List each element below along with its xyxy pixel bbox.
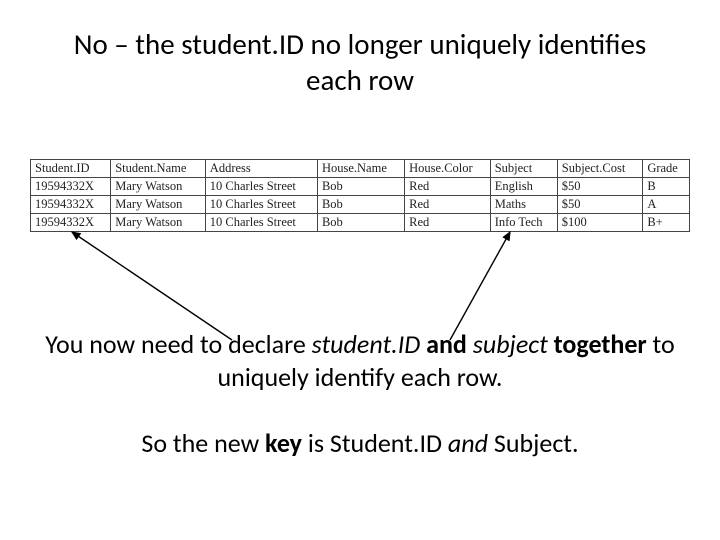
table-row: 19594332X Mary Watson 10 Charles Street … [31,195,690,213]
table-container: Student.ID Student.Name Address House.Na… [0,115,720,232]
cell: Mary Watson [111,213,206,231]
text: You now need to declare [45,328,311,360]
text-bold: together [554,328,653,360]
cell: Mary Watson [111,195,206,213]
text: So the new [141,427,265,459]
text: Subject. [494,427,579,459]
explanation-paragraph-2: So the new key is Student.ID and Subject… [0,395,720,461]
cell: Mary Watson [111,177,206,195]
cell: Bob [317,213,404,231]
text-italic: student.ID [312,328,427,360]
cell: Red [405,195,491,213]
explanation-paragraph-1: You now need to declare student.ID and s… [0,232,720,396]
data-table: Student.ID Student.Name Address House.Na… [30,159,690,232]
cell: B+ [643,213,690,231]
text-italic: and [448,427,494,459]
cell: 19594332X [31,213,111,231]
col-subject-cost: Subject.Cost [557,159,643,177]
cell: Red [405,177,491,195]
cell: Red [405,213,491,231]
table-row: 19594332X Mary Watson 10 Charles Street … [31,213,690,231]
cell: Bob [317,195,404,213]
page-title: No – the student.ID no longer uniquely i… [0,0,720,115]
cell: $50 [557,177,643,195]
cell: 10 Charles Street [205,177,317,195]
cell: 19594332X [31,177,111,195]
cell: Info Tech [490,213,557,231]
col-address: Address [205,159,317,177]
text-italic: subject [473,328,554,360]
col-house-color: House.Color [405,159,491,177]
table-row: 19594332X Mary Watson 10 Charles Street … [31,177,690,195]
col-student-id: Student.ID [31,159,111,177]
cell: $50 [557,195,643,213]
table-header-row: Student.ID Student.Name Address House.Na… [31,159,690,177]
cell: Maths [490,195,557,213]
cell: 10 Charles Street [205,195,317,213]
col-subject: Subject [490,159,557,177]
col-grade: Grade [643,159,690,177]
text: is Student.ID [308,427,448,459]
cell: B [643,177,690,195]
cell: English [490,177,557,195]
col-student-name: Student.Name [111,159,206,177]
cell: 19594332X [31,195,111,213]
cell: $100 [557,213,643,231]
cell: Bob [317,177,404,195]
col-house-name: House.Name [317,159,404,177]
text-bold: and [426,328,473,360]
cell: A [643,195,690,213]
text-bold: key [265,427,308,459]
cell: 10 Charles Street [205,213,317,231]
